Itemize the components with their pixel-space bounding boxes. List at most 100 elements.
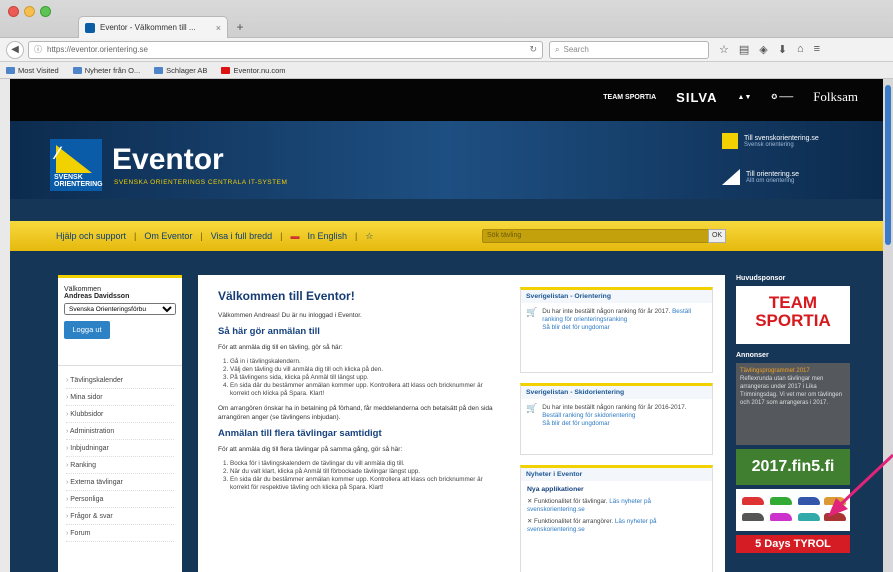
- sidebar-item[interactable]: Forum: [66, 525, 174, 542]
- youth-link[interactable]: Så blir det för ungdomar: [542, 324, 610, 331]
- welcome-column: Välkommen till Eventor! Välkommen Andrea…: [218, 289, 502, 498]
- section-text: För att anmäla dig till en tävling, gör …: [218, 344, 343, 351]
- main-nav-bar: Hjälp och support | Om Eventor | Visa i …: [10, 221, 883, 251]
- browser-tab[interactable]: Eventor - Välkommen till ... ×: [78, 16, 228, 38]
- section-heading: Så här gör anmälan till: [218, 326, 320, 337]
- steps-list: Gå in i tävlingskalendern. Välj den tävl…: [218, 358, 502, 398]
- list-item: En sida där du bestämmer anmälan kommer …: [230, 476, 502, 492]
- news-box: Nyheter i Eventor Nya applikationer ✕ Fu…: [520, 465, 713, 572]
- sidebar-item[interactable]: Personliga: [66, 491, 174, 508]
- orientering-icon: [722, 169, 740, 185]
- section-text: För att anmäla dig till flera tävlingar …: [218, 446, 403, 453]
- logout-button[interactable]: Logga ut: [64, 321, 110, 339]
- sidebar-item[interactable]: Mina sidor: [66, 389, 174, 406]
- page-scrollbar[interactable]: [883, 79, 893, 572]
- team-sportia-ad[interactable]: TEAM SPORTIA: [736, 286, 850, 344]
- bookmarks-bar: Most Visited Nyheter från O... Schlager …: [0, 62, 893, 79]
- bookmark-eventor[interactable]: Eventor.nu.com: [221, 66, 286, 75]
- nav-about-link[interactable]: Om Eventor: [144, 231, 192, 241]
- sidebar-item[interactable]: Ranking: [66, 457, 174, 474]
- bookmarks-icon[interactable]: ▤: [739, 43, 749, 56]
- steps-list: Bocka för i tävlingskalendern de tävling…: [218, 460, 502, 492]
- search-placeholder: Search: [563, 45, 589, 54]
- bookmark-favicon-icon: [221, 66, 231, 74]
- bookmark-schlager[interactable]: Schlager AB: [154, 66, 207, 75]
- main-sponsor-heading: Huvudsponsor: [736, 275, 786, 282]
- reload-icon[interactable]: ↻: [529, 44, 537, 55]
- left-sidebar: Välkommen Andreas Davidsson Svenska Orie…: [58, 275, 182, 572]
- bookmark-most-visited[interactable]: Most Visited: [6, 66, 59, 75]
- sidebar-nav: Tävlingskalender Mina sidor Klubbsidor A…: [58, 366, 182, 548]
- fin5-ad[interactable]: 2017.fin5.fi: [736, 449, 850, 485]
- nav-english-link[interactable]: In English: [307, 231, 347, 241]
- link-orientering[interactable]: Till orientering.se Allt om orientering: [722, 169, 799, 185]
- sponsor-silva-logo[interactable]: SILVA: [676, 90, 717, 105]
- competition-search-input[interactable]: Sök tävling: [482, 229, 714, 243]
- folder-icon: [72, 66, 82, 74]
- list-item: En sida där du bestämmer anmälan kommer …: [230, 382, 502, 398]
- back-button[interactable]: ◀: [6, 40, 24, 59]
- note-text: Om arrangören önskar ha in betalning på …: [218, 405, 493, 421]
- url-bar[interactable]: ⓘ https://eventor.orientering.se ↻: [28, 40, 543, 59]
- star-icon[interactable]: ☆: [719, 43, 729, 56]
- browser-toolbar: ◀ ⓘ https://eventor.orientering.se ↻ ⌕ S…: [0, 38, 893, 62]
- news-item: ✕ Funktionalitet för arrangörer. Läs nyh…: [527, 518, 657, 533]
- cart-icon: 🛒: [526, 307, 538, 317]
- main-content: Välkommen till Eventor! Välkommen Andrea…: [198, 275, 725, 572]
- flag-icon: ▬: [290, 231, 300, 241]
- sponsor-team-sportia-logo[interactable]: TEAM SPORTIA: [603, 94, 656, 101]
- sidebar-item[interactable]: Tävlingskalender: [66, 372, 174, 389]
- sidebar-item[interactable]: Frågor & svar: [66, 508, 174, 525]
- sidebar-item[interactable]: Externa tävlingar: [66, 474, 174, 491]
- tab-title: Eventor - Välkommen till ...: [100, 23, 196, 32]
- info-boxes: Sverigelistan - Orientering 🛒 Du har int…: [520, 287, 713, 572]
- zoom-window-button[interactable]: [40, 6, 51, 17]
- ad-banner[interactable]: Tävlingsprogrammet 2017 Reflexrunda utan…: [736, 363, 850, 445]
- link-svenskorientering[interactable]: Till svenskorientering.se Svensk orienter…: [722, 133, 819, 149]
- url-text: https://eventor.orientering.se: [47, 45, 148, 54]
- nav-help-link[interactable]: Hjälp och support: [56, 231, 126, 241]
- nav-fullwidth-link[interactable]: Visa i full bredd: [211, 231, 272, 241]
- order-ranking-link[interactable]: Beställ ranking för skidorientering: [542, 412, 635, 419]
- sponsor-logo[interactable]: ▲▼: [738, 94, 752, 101]
- minimize-window-button[interactable]: [24, 6, 35, 17]
- welcome-label: Välkommen: [64, 286, 101, 293]
- close-tab-icon[interactable]: ×: [216, 23, 221, 33]
- sidebar-item[interactable]: Inbjudningar: [66, 440, 174, 457]
- info-icon[interactable]: ⓘ: [34, 44, 42, 55]
- scrollbar-thumb[interactable]: [885, 85, 891, 245]
- svensk-orientering-icon: [722, 133, 738, 149]
- folder-icon: [154, 66, 164, 74]
- club-select[interactable]: Svenska Orienteringsförbu: [64, 303, 176, 315]
- close-window-button[interactable]: [8, 6, 19, 17]
- menu-icon[interactable]: ≡: [814, 43, 820, 56]
- web-page: TEAM SPORTIA SILVA ▲▼ ✪ —— Folksam ∕ SVE…: [10, 79, 883, 572]
- download-icon[interactable]: ⬇: [778, 43, 787, 56]
- sidebar-item[interactable]: Klubbsidor: [66, 406, 174, 423]
- toolbar-icons: ☆ ▤ ◈ ⬇ ⌂ ≡: [719, 43, 820, 56]
- list-item: När du valt klart, klicka på Anmäl till …: [230, 468, 502, 476]
- site-header: ∕ SVENSK ORIENTERING Eventor SVENSKA ORI…: [10, 121, 883, 199]
- shoes-ad[interactable]: [736, 489, 850, 531]
- tyrol-ad[interactable]: 5 Days TYROL: [736, 535, 850, 553]
- sidebar-item[interactable]: Administration: [66, 423, 174, 440]
- svensk-orientering-logo[interactable]: ∕ SVENSK ORIENTERING: [50, 139, 103, 191]
- sponsor-folksam-logo[interactable]: Folksam: [813, 89, 858, 105]
- intro-text: Välkommen Andreas! Du är nu inloggad i E…: [218, 312, 362, 319]
- right-sidebar: Huvudsponsor TEAM SPORTIA Annonser Tävli…: [736, 275, 856, 572]
- home-icon[interactable]: ⌂: [797, 43, 804, 56]
- site-subtitle: SVENSKA ORIENTERINGS CENTRALA IT-SYSTEM: [114, 179, 288, 186]
- bookmark-nyheter[interactable]: Nyheter från O...: [72, 66, 140, 75]
- search-input[interactable]: ⌕ Search: [549, 40, 709, 59]
- star-favorite-icon[interactable]: ☆: [365, 231, 373, 242]
- user-name: Andreas Davidsson: [64, 293, 130, 300]
- search-ok-button[interactable]: OK: [708, 229, 726, 243]
- list-item: Välj den tävling du vill anmäla dig till…: [230, 366, 502, 374]
- new-tab-button[interactable]: +: [232, 19, 248, 35]
- news-item: ✕ Funktionalitet för tävlingar. Läs nyhe…: [527, 498, 651, 513]
- pocket-icon[interactable]: ◈: [759, 43, 767, 56]
- site-title[interactable]: Eventor: [112, 143, 224, 177]
- folder-icon: [6, 66, 15, 74]
- youth-link[interactable]: Så blir det för ungdomar: [542, 420, 610, 427]
- sponsor-logo[interactable]: ✪ ——: [771, 93, 793, 101]
